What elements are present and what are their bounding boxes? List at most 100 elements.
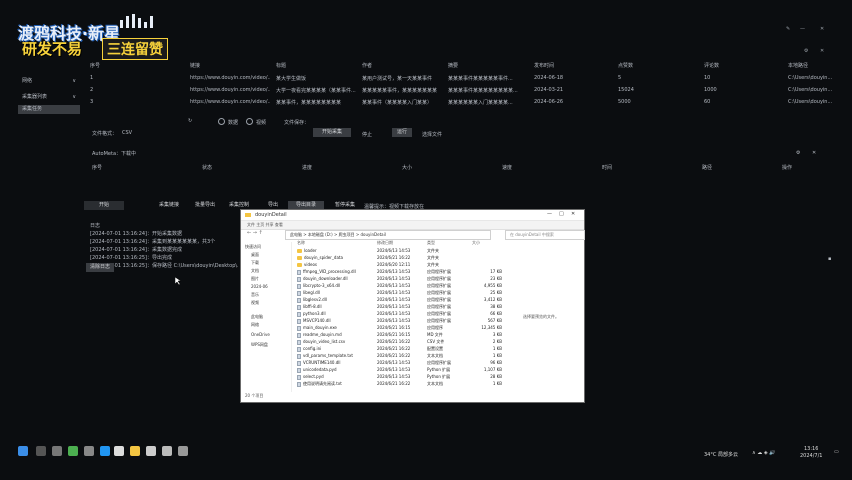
search-icon[interactable] — [36, 446, 46, 456]
tab-start[interactable]: 开始 — [84, 201, 124, 210]
table-row[interactable]: 1 https://www.douyin.com/video/... 某大学生做… — [84, 73, 832, 84]
close-button[interactable]: ✕ — [820, 26, 824, 32]
file-icon — [297, 374, 301, 380]
pin-icon[interactable]: ✎ — [786, 26, 790, 32]
nav-item[interactable]: 此电脑 — [251, 314, 263, 320]
sidebar-item-collectors[interactable]: 采集器列表 ∨ — [18, 93, 80, 102]
file-row[interactable]: ffmpeg_VID_processing.dll 2024/6/13 14:53… — [297, 269, 537, 275]
file-name: select.pyd — [297, 374, 375, 380]
file-size: 1 KB — [492, 353, 502, 358]
column-header[interactable]: 大小 — [472, 240, 480, 246]
file-row[interactable]: libglesv2.dll 2024/6/13 14:53 应用程序扩展 3,412 … — [297, 297, 537, 303]
app-icon[interactable] — [100, 446, 110, 456]
file-row[interactable]: 使用说明请先阅读.txt 2024/6/21 16:22 文本文档 1 KB — [297, 381, 537, 387]
tray-icons[interactable]: ∧ ☁ ◈ 🔊 — [752, 450, 776, 456]
file-row[interactable]: select.pyd 2024/6/13 14:53 Python 扩展 28 KB — [297, 374, 537, 380]
close-icon[interactable]: ✕ — [820, 48, 824, 54]
file-row[interactable]: douyin_video_list.csv 2024/6/21 16:22 CSV … — [297, 339, 537, 345]
sidebar-item-label: 网络 — [22, 78, 33, 84]
file-row[interactable]: libffi-8.dll 2024/6/13 14:53 应用程序扩展 38 KB — [297, 304, 537, 310]
clear-log-button[interactable]: 清除日志 — [86, 263, 114, 272]
sidebar-item-tasks[interactable]: 采集任务 — [18, 105, 80, 114]
refresh-icon[interactable]: ↻ — [188, 118, 192, 124]
file-icon — [297, 332, 301, 338]
tab-collect-links[interactable]: 采集链接 — [154, 201, 184, 210]
folder-icon — [245, 213, 251, 217]
app-icon[interactable] — [84, 446, 94, 456]
nav-item[interactable]: 音乐 — [251, 292, 259, 298]
nav-item[interactable]: 2024-06 — [251, 284, 268, 289]
sidebar-item-network[interactable]: 网络 ∨ — [18, 77, 80, 86]
column-header[interactable]: 修改日期 — [377, 240, 393, 246]
start-collect-button[interactable]: 开始采集 — [313, 128, 351, 137]
file-row[interactable]: config.ini 2024/6/21 16:22 配置设置 1 KB — [297, 346, 537, 352]
notification-icon[interactable]: ▭ — [834, 449, 839, 455]
nav-item[interactable]: 网络 — [251, 322, 259, 328]
tab-batch-export[interactable]: 批量导出 — [190, 201, 220, 210]
nav-item[interactable]: 下载 — [251, 260, 259, 266]
file-row[interactable]: douyin_spider_data 2024/6/21 16:22 文件夹 — [297, 255, 537, 261]
file-row[interactable]: videos 2024/6/20 12:11 文件夹 — [297, 262, 537, 268]
nav-item[interactable]: WPS网盘 — [251, 342, 268, 348]
file-row[interactable]: libcrypto-3_x64.dll 2024/6/13 14:53 应用程序扩展… — [297, 283, 537, 289]
nav-item[interactable]: 图片 — [251, 276, 259, 282]
app-icon[interactable] — [68, 446, 78, 456]
explorer-close-button[interactable]: ✕ — [571, 211, 575, 217]
file-date: 2024/6/13 14:53 — [377, 290, 411, 295]
clock-date[interactable]: 2024/7/1 — [800, 453, 822, 459]
back-arrow-icon[interactable]: ← → ↑ — [247, 230, 263, 236]
task-view-icon[interactable] — [52, 446, 62, 456]
nav-item[interactable]: 桌面 — [251, 252, 259, 258]
app-icon[interactable] — [114, 446, 124, 456]
nav-item[interactable]: 快速访问 — [245, 244, 261, 250]
file-row[interactable]: readme_douyin.md 2024/6/21 16:15 MD 文件 3 KB — [297, 332, 537, 338]
file-row[interactable]: loader 2024/6/13 14:53 文件夹 — [297, 248, 537, 254]
file-row[interactable]: vdl_params_template.txt 2024/6/21 16:22 文本… — [297, 353, 537, 359]
file-row[interactable]: libegl.dll 2024/6/13 14:53 应用程序扩展 25 KB — [297, 290, 537, 296]
settings-icon[interactable]: ⚙ — [804, 48, 808, 54]
file-row[interactable]: main_douyin.exe 2024/6/21 16:15 应用程序 12,345… — [297, 325, 537, 331]
app-icon[interactable] — [162, 446, 172, 456]
export-format-select[interactable]: CSV — [122, 130, 132, 136]
open-file-label[interactable]: 选择文件 — [422, 131, 442, 138]
windows-start-icon[interactable] — [18, 446, 28, 456]
radio-data[interactable] — [218, 118, 225, 125]
close-icon[interactable]: ✕ — [812, 150, 816, 156]
file-type: 应用程序 — [427, 325, 443, 330]
column-header[interactable]: 类型 — [427, 240, 435, 246]
file-type: Python 扩展 — [427, 367, 451, 372]
table-row[interactable]: 2 https://www.douyin.com/video/... 大学一夜看… — [84, 85, 832, 96]
nav-item[interactable]: OneDrive — [251, 332, 270, 337]
column-header[interactable]: 名称 — [297, 240, 305, 246]
app-icon[interactable] — [146, 446, 156, 456]
file-icon — [297, 325, 301, 331]
clock-time[interactable]: 13:16 — [804, 446, 818, 452]
nav-item[interactable]: 文档 — [251, 268, 259, 274]
radio-video[interactable] — [246, 118, 253, 125]
file-row[interactable]: python3.dll 2024/6/13 14:53 应用程序扩展 66 KB — [297, 311, 537, 317]
address-bar[interactable]: 此电脑 > 本地磁盘 (D:) > 爬虫项目 > douyinDetail — [285, 230, 491, 240]
search-input[interactable]: 在 douyinDetail 中搜索 — [505, 230, 585, 240]
file-name: readme_douyin.md — [297, 332, 375, 338]
table-row[interactable]: 3 https://www.douyin.com/video/... 某某事件，… — [84, 97, 832, 108]
nav-item[interactable]: 视频 — [251, 300, 259, 306]
file-explorer-window[interactable]: douyinDetail — □ ✕ 文件 主页 共享 查看 ← → ↑ 此电脑… — [240, 209, 585, 403]
explorer-ribbon[interactable]: 文件 主页 共享 查看 — [241, 221, 584, 230]
chevron-down-icon: ∨ — [72, 78, 76, 84]
weather-widget[interactable]: 34°C 局部多云 — [704, 451, 738, 458]
run-button[interactable]: 运行 — [392, 128, 412, 137]
file-name: main_douyin.exe — [297, 325, 375, 331]
minimize-button[interactable]: — — [800, 26, 805, 32]
file-explorer-icon[interactable] — [130, 446, 140, 456]
mouse-cursor-icon — [174, 276, 182, 287]
app-icon[interactable] — [178, 446, 188, 456]
explorer-minimize-button[interactable]: — — [547, 211, 552, 217]
file-row[interactable]: MSVCP140.dll 2024/6/13 14:53 应用程序扩展 567 KB — [297, 318, 537, 324]
file-row[interactable]: unicodedata.pyd 2024/6/13 14:53 Python 扩展 1… — [297, 367, 537, 373]
file-row[interactable]: VCRUNTIME140.dll 2024/6/13 14:53 应用程序扩展 96 … — [297, 360, 537, 366]
explorer-maximize-button[interactable]: □ — [559, 211, 564, 217]
folder-icon — [297, 249, 302, 253]
gear-icon[interactable]: ⚙ — [796, 150, 800, 156]
file-row[interactable]: douyin_downloader.dll 2024/6/13 14:53 应用程序… — [297, 276, 537, 282]
log-title: 日志 — [90, 223, 101, 229]
